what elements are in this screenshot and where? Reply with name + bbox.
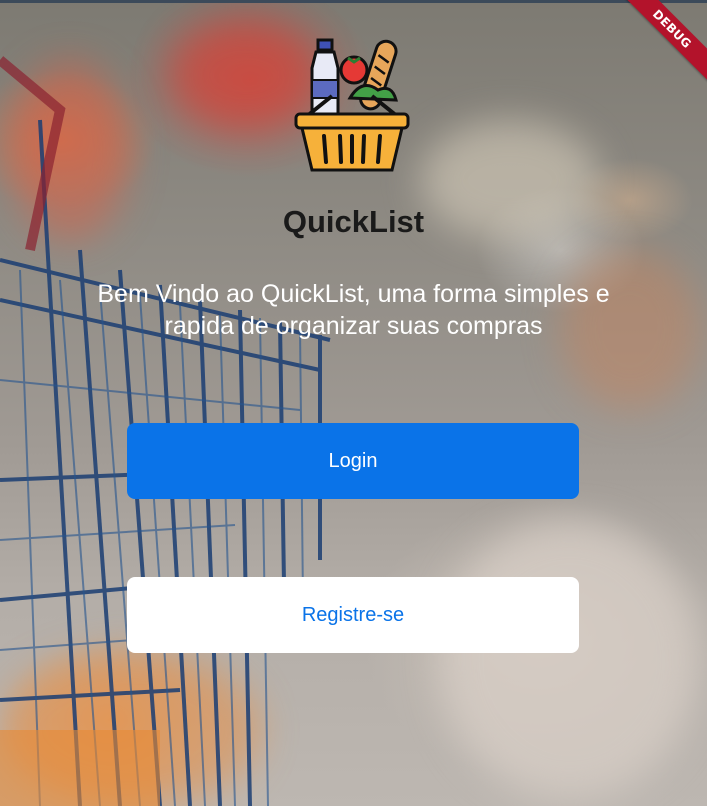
welcome-screen: QuickList Bem Vindo ao QuickList, uma fo…	[0, 0, 707, 806]
app-title: QuickList	[282, 204, 425, 239]
debug-ribbon-label: DEBUG	[618, 0, 707, 83]
welcome-message: Bem Vindo ao QuickList, uma forma simple…	[97, 280, 610, 340]
grocery-basket-icon	[294, 38, 410, 172]
login-button[interactable]: Login	[127, 423, 579, 499]
debug-banner: DEBUG	[617, 0, 707, 90]
register-button[interactable]: Registre-se	[127, 577, 579, 653]
